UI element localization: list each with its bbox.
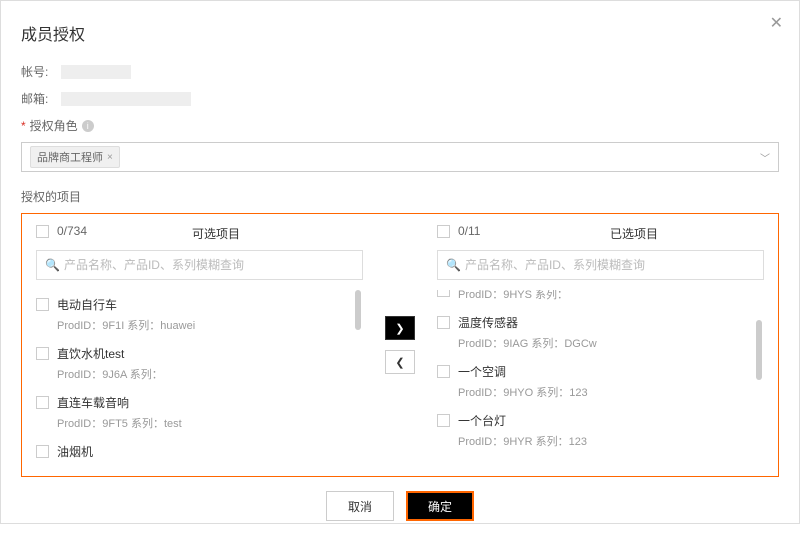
search-icon: 🔍 — [45, 258, 60, 272]
item-checkbox[interactable] — [437, 414, 450, 427]
item-checkbox[interactable] — [36, 445, 49, 458]
email-label: 邮箱: — [21, 90, 61, 107]
selected-count: 0/11 — [458, 224, 480, 238]
list-item[interactable]: 直连车载音响 ProdID：9FT5 系列：test — [36, 388, 363, 437]
item-name: 直连车载音响 — [57, 394, 363, 411]
account-label: 帐号: — [21, 63, 61, 80]
item-checkbox[interactable] — [437, 290, 450, 297]
chevron-down-icon: ﹀ — [760, 150, 770, 165]
item-checkbox[interactable] — [36, 347, 49, 360]
transfer-box: 0/734 可选项目 🔍 电动自行车 ProdID：9F1I 系列：huawei 直… — [21, 213, 779, 477]
item-name: 一个台灯 — [458, 412, 764, 429]
list-item[interactable]: 温度传感器 ProdID：9IAG 系列：DGCw — [437, 308, 764, 357]
available-list: 电动自行车 ProdID：9F1I 系列：huawei 直饮水机test ProdID… — [36, 290, 363, 466]
info-icon[interactable]: i — [82, 120, 94, 132]
select-all-available-checkbox[interactable] — [36, 225, 49, 238]
item-name: 直饮水机test — [57, 345, 363, 362]
move-left-button[interactable]: ❮ — [385, 350, 415, 374]
search-icon: 🔍 — [446, 258, 461, 272]
role-label: 授权角色 — [30, 117, 78, 134]
item-sub: ProdID：9HYS 系列： — [458, 290, 764, 302]
selected-scrollbar[interactable] — [756, 320, 762, 380]
account-value — [61, 65, 131, 79]
close-icon[interactable]: ✕ — [770, 13, 783, 33]
item-sub: ProdID：9HYR 系列：123 — [458, 433, 764, 449]
item-sub: ProdID：9HYO 系列：123 — [458, 384, 764, 400]
item-checkbox[interactable] — [437, 365, 450, 378]
available-search-input[interactable] — [64, 258, 354, 272]
selected-search-input[interactable] — [465, 258, 755, 272]
email-row: 邮箱: — [21, 90, 779, 107]
transfer-controls: ❯ ❮ — [377, 214, 423, 476]
item-sub: ProdID：9IAG 系列：DGCw — [458, 335, 764, 351]
member-auth-modal: ✕ 成员授权 帐号: 邮箱: * 授权角色 i 品牌商工程师 × ﹀ 授权的项目… — [0, 0, 800, 524]
projects-section-label: 授权的项目 — [21, 188, 779, 205]
role-tag-remove-icon[interactable]: × — [107, 152, 113, 163]
selected-title: 已选项目 — [610, 225, 658, 242]
role-select[interactable]: 品牌商工程师 × ﹀ — [21, 142, 779, 172]
role-label-row: * 授权角色 i — [21, 117, 779, 134]
role-tag-label: 品牌商工程师 — [37, 149, 103, 165]
list-item[interactable]: 电动自行车 ProdID：9F1I 系列：huawei — [36, 290, 363, 339]
list-item[interactable]: 一个空调 ProdID：9HYO 系列：123 — [437, 357, 764, 406]
list-item[interactable]: 一个台灯 ProdID：9HYR 系列：123 — [437, 406, 764, 455]
list-item[interactable]: 直饮水机test ProdID：9J6A 系列： — [36, 339, 363, 388]
available-search[interactable]: 🔍 — [36, 250, 363, 280]
email-value — [61, 92, 191, 106]
selected-list: ProdID：9HYS 系列： 温度传感器 ProdID：9IAG 系列：DGCw 一… — [437, 290, 764, 466]
item-sub: ProdID：9J69 系列：ww — [57, 464, 363, 466]
role-tag: 品牌商工程师 × — [30, 146, 120, 168]
item-sub: ProdID：9F1I 系列：huawei — [57, 317, 363, 333]
item-name: 电动自行车 — [57, 296, 363, 313]
move-right-button[interactable]: ❯ — [385, 316, 415, 340]
required-asterisk: * — [21, 119, 26, 133]
available-panel: 0/734 可选项目 🔍 电动自行车 ProdID：9F1I 系列：huawei 直… — [22, 214, 377, 476]
selected-panel: 0/11 已选项目 🔍 ProdID：9HYS 系列： 温度传感器 ProdID：9… — [423, 214, 778, 476]
modal-title: 成员授权 — [21, 21, 779, 45]
available-title: 可选项目 — [192, 225, 240, 242]
select-all-selected-checkbox[interactable] — [437, 225, 450, 238]
modal-footer: 取消 确定 — [21, 477, 779, 535]
item-checkbox[interactable] — [437, 316, 450, 329]
item-sub: ProdID：9FT5 系列：test — [57, 415, 363, 431]
item-checkbox[interactable] — [36, 396, 49, 409]
item-checkbox[interactable] — [36, 298, 49, 311]
account-row: 帐号: — [21, 63, 779, 80]
item-sub: ProdID：9J6A 系列： — [57, 366, 363, 382]
list-item[interactable]: 油烟机 ProdID：9J69 系列：ww — [36, 437, 363, 466]
list-item[interactable]: ProdID：9HYS 系列： — [437, 290, 764, 308]
cancel-button[interactable]: 取消 — [326, 491, 394, 521]
available-scrollbar[interactable] — [355, 290, 361, 330]
item-name: 一个空调 — [458, 363, 764, 380]
available-count: 0/734 — [57, 224, 87, 238]
item-name: 油烟机 — [57, 443, 363, 460]
item-name: 温度传感器 — [458, 314, 764, 331]
selected-search[interactable]: 🔍 — [437, 250, 764, 280]
ok-button[interactable]: 确定 — [406, 491, 474, 521]
